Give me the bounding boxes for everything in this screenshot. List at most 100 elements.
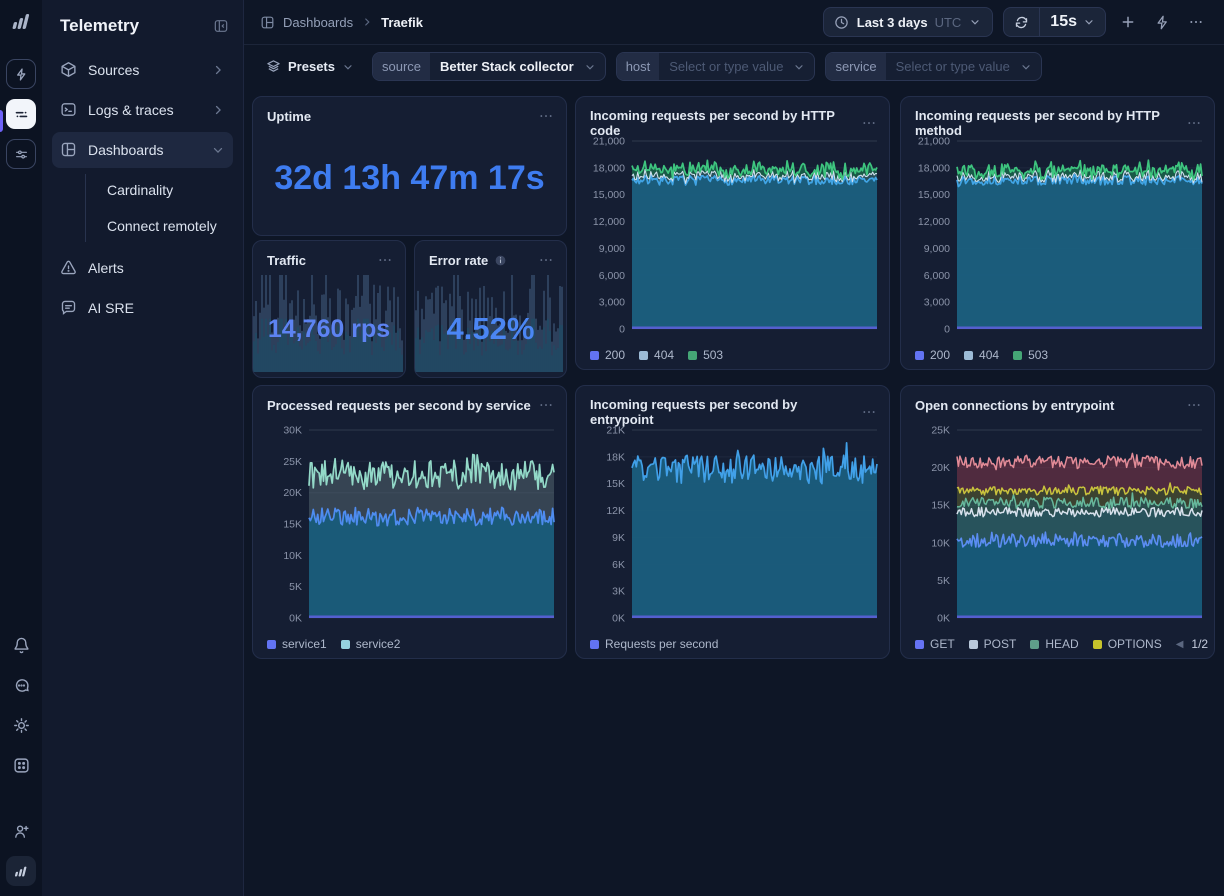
- info-icon[interactable]: [494, 254, 507, 267]
- sidebar-item-ai-sre[interactable]: AI SRE: [52, 290, 233, 326]
- legend-swatch: [1093, 640, 1102, 649]
- telemetry-product-icon[interactable]: [6, 99, 36, 129]
- sidebar-item-label: Dashboards: [88, 142, 164, 158]
- sidebar-subitem-cardinality[interactable]: Cardinality: [52, 172, 233, 208]
- filter-key-label: host: [617, 53, 660, 80]
- breadcrumb: Dashboards Traefik: [260, 15, 423, 30]
- legend-swatch: [341, 640, 350, 649]
- legend-item[interactable]: 404: [964, 348, 999, 362]
- filter-service[interactable]: service Select or type value: [825, 52, 1041, 81]
- legend-item[interactable]: service2: [341, 637, 401, 651]
- legend-prev-icon[interactable]: ◀: [1176, 639, 1184, 650]
- by-entrypoint-chart-plot[interactable]: 0K3K6K9K12K15K18K21K: [584, 420, 883, 631]
- legend-item[interactable]: HEAD: [1030, 637, 1078, 651]
- legend-swatch: [639, 351, 648, 360]
- card-menu-icon[interactable]: [538, 397, 554, 413]
- svg-text:9,000: 9,000: [924, 243, 950, 255]
- workspace-avatar[interactable]: [6, 856, 36, 886]
- legend-swatch: [915, 640, 924, 649]
- legend-swatch: [267, 640, 276, 649]
- card-menu-icon[interactable]: [1186, 115, 1202, 131]
- legend-item[interactable]: 503: [688, 348, 723, 362]
- svg-text:20K: 20K: [283, 487, 302, 499]
- breadcrumb-parent[interactable]: Dashboards: [283, 15, 353, 30]
- legend-item[interactable]: service1: [267, 637, 327, 651]
- timezone-label: UTC: [935, 15, 962, 30]
- card-menu-icon[interactable]: [377, 252, 393, 268]
- svg-text:3,000: 3,000: [599, 297, 625, 309]
- theme-sun-icon[interactable]: [6, 710, 36, 740]
- card-menu-icon[interactable]: [538, 108, 554, 124]
- svg-text:10K: 10K: [931, 537, 950, 549]
- svg-text:6,000: 6,000: [924, 270, 950, 282]
- legend-swatch: [590, 351, 599, 360]
- sidebar-item-label: Alerts: [88, 260, 124, 276]
- support-chat-icon[interactable]: [6, 670, 36, 700]
- open-connections-chart-plot[interactable]: 0K5K10K15K20K25K: [909, 420, 1208, 631]
- filter-host[interactable]: host Select or type value: [616, 52, 816, 81]
- invite-user-icon[interactable]: [6, 816, 36, 846]
- card-menu-icon[interactable]: [538, 252, 554, 268]
- presets-button[interactable]: Presets: [258, 53, 362, 80]
- svg-text:6K: 6K: [612, 559, 625, 571]
- add-panel-button[interactable]: [1116, 10, 1140, 34]
- svg-text:5K: 5K: [937, 575, 950, 587]
- legend-item[interactable]: GET: [915, 637, 955, 651]
- http-method-chart-plot[interactable]: 03,0006,0009,00012,00015,00018,00021,000: [909, 131, 1208, 342]
- refresh-button[interactable]: [1004, 8, 1039, 36]
- sidebar-item-sources[interactable]: Sources: [52, 52, 233, 88]
- legend-swatch: [964, 351, 973, 360]
- filter-source[interactable]: source Better Stack collector: [372, 52, 606, 81]
- svg-text:0: 0: [619, 324, 625, 336]
- collapse-sidebar-icon[interactable]: [213, 18, 229, 34]
- legend-item[interactable]: 200: [915, 348, 950, 362]
- sliders-product-icon[interactable]: [6, 139, 36, 169]
- svg-text:21,000: 21,000: [593, 136, 625, 148]
- uptime-product-icon[interactable]: [6, 59, 36, 89]
- svg-text:15K: 15K: [931, 500, 950, 512]
- more-menu-icon[interactable]: [1184, 10, 1208, 34]
- svg-text:5K: 5K: [289, 581, 302, 593]
- svg-text:15K: 15K: [283, 519, 302, 531]
- card-menu-icon[interactable]: [1186, 397, 1202, 413]
- notifications-bell-icon[interactable]: [6, 630, 36, 660]
- chart-legend: GETPOSTHEADOPTIONS◀1/2▶: [915, 637, 1204, 651]
- http-code-chart-plot[interactable]: 03,0006,0009,00012,00015,00018,00021,000: [584, 131, 883, 342]
- card-menu-icon[interactable]: [861, 115, 877, 131]
- legend-item[interactable]: Requests per second: [590, 637, 718, 651]
- presets-label: Presets: [288, 59, 335, 74]
- traffic-card: Traffic 14,760 rps: [252, 240, 406, 378]
- legend-swatch: [590, 640, 599, 649]
- by-service-chart-plot[interactable]: 0K5K10K15K20K25K30K: [261, 420, 560, 631]
- time-range-value: Last 3 days: [857, 15, 928, 30]
- chart-card-http-method: Incoming requests per second by HTTP met…: [900, 96, 1215, 370]
- legend-item[interactable]: 404: [639, 348, 674, 362]
- sidebar-subitem-connect-remotely[interactable]: Connect remotely: [52, 208, 233, 244]
- legend-swatch: [1013, 351, 1022, 360]
- filter-key-label: service: [826, 53, 885, 80]
- betterstack-logo-icon[interactable]: [10, 10, 32, 37]
- filter-bar: Presets source Better Stack collector ho…: [244, 45, 1224, 88]
- quick-actions-zap-icon[interactable]: [1150, 10, 1174, 34]
- sidebar-item-alerts[interactable]: Alerts: [52, 250, 233, 286]
- dashboard-grid: Uptime 32d 13h 47m 17s Traffic 14,760 rp…: [244, 88, 1224, 896]
- legend-item[interactable]: 503: [1013, 348, 1048, 362]
- svg-text:21,000: 21,000: [918, 136, 950, 148]
- alert-triangle-icon: [60, 259, 78, 277]
- apps-grid-icon[interactable]: [6, 750, 36, 780]
- time-range-picker[interactable]: Last 3 days UTC: [823, 7, 994, 37]
- svg-text:15K: 15K: [606, 478, 625, 490]
- legend-item[interactable]: 200: [590, 348, 625, 362]
- legend-item[interactable]: POST: [969, 637, 1017, 651]
- refresh-interval-select[interactable]: 15s: [1040, 8, 1105, 36]
- rail-active-indicator: [0, 110, 3, 132]
- sidebar-item-dashboards[interactable]: Dashboards: [52, 132, 233, 168]
- svg-text:15,000: 15,000: [593, 189, 625, 201]
- legend-label: 404: [979, 348, 999, 362]
- sidebar-item-logs-traces[interactable]: Logs & traces: [52, 92, 233, 128]
- card-menu-icon[interactable]: [861, 404, 877, 420]
- legend-swatch: [688, 351, 697, 360]
- svg-text:12,000: 12,000: [593, 216, 625, 228]
- legend-item[interactable]: OPTIONS: [1093, 637, 1162, 651]
- chart-card-open-connections: Open connections by entrypoint 0K5K10K15…: [900, 385, 1215, 659]
